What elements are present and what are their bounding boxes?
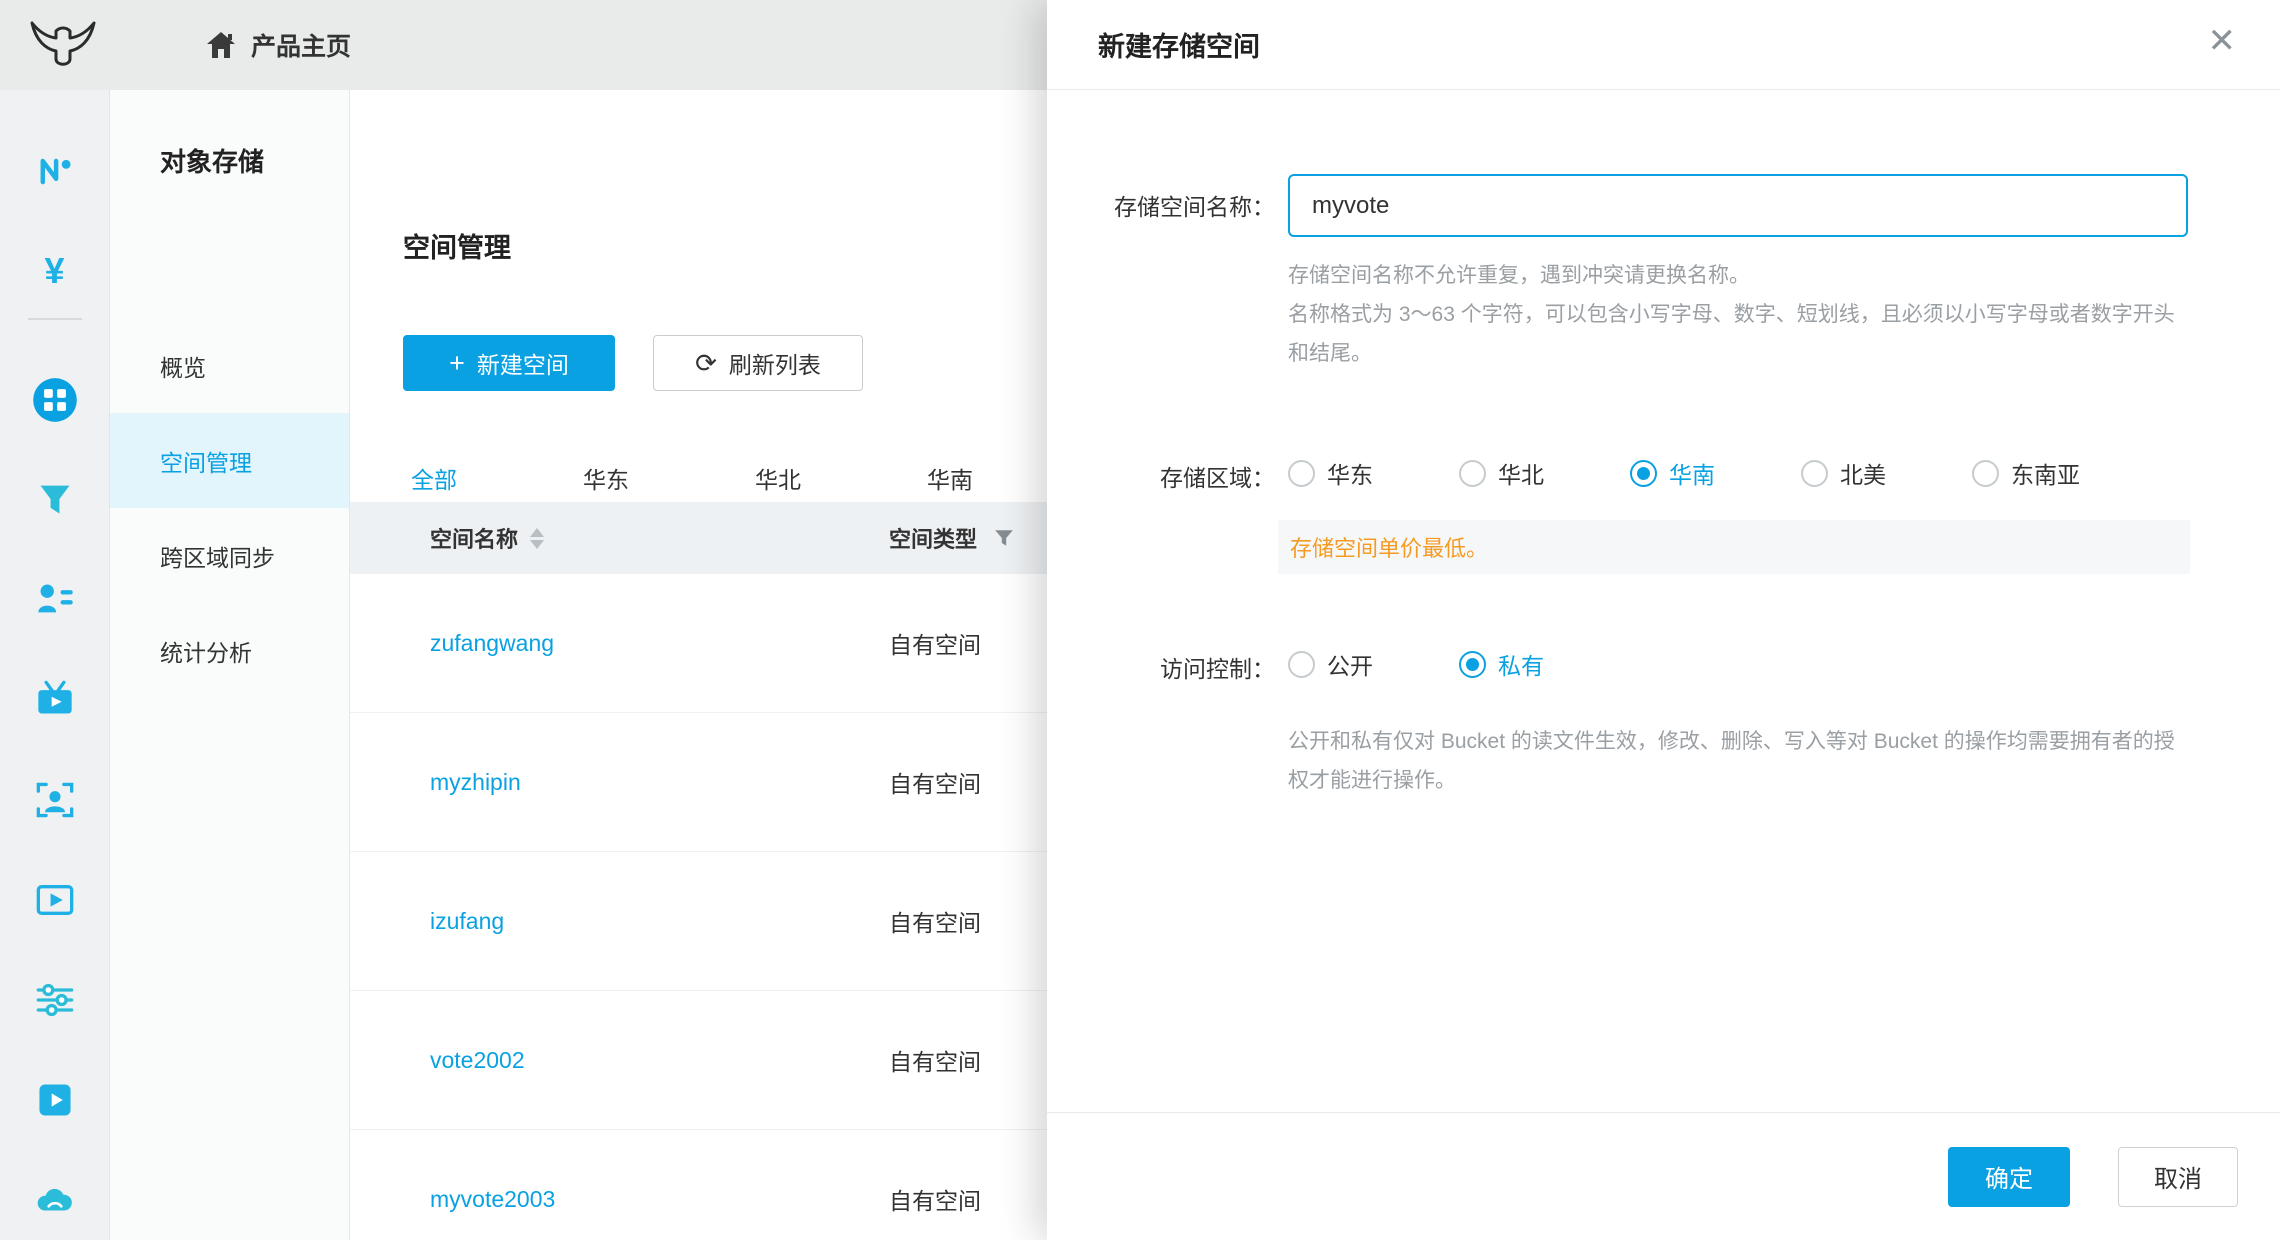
bucket-name-help: 存储空间名称不允许重复，遇到冲突请更换名称。 名称格式为 3～63 个字符，可以…	[1288, 256, 2178, 373]
page-title: 空间管理	[403, 226, 511, 265]
region-option-huadong[interactable]: 华东	[1288, 456, 1373, 490]
access-label: 访问控制：	[1047, 650, 1275, 684]
space-type: 自有空间	[889, 1182, 981, 1216]
product-home-label: 产品主页	[251, 27, 351, 63]
plus-icon: +	[449, 350, 465, 377]
refresh-list-button[interactable]: ⟳ 刷新列表	[653, 335, 863, 391]
space-name-link[interactable]: vote2002	[430, 1047, 525, 1074]
access-option-private[interactable]: 私有	[1459, 647, 1544, 681]
confirm-button[interactable]: 确定	[1948, 1147, 2070, 1207]
billing-icon[interactable]: ¥	[31, 247, 79, 295]
new-bucket-drawer: 新建存储空间 ✕ 存储空间名称： 存储空间名称不允许重复，遇到冲突请更换名称。 …	[1047, 0, 2280, 1240]
team-icon[interactable]	[31, 575, 79, 623]
drawer-header: 新建存储空间 ✕	[1047, 0, 2280, 90]
drawer-title: 新建存储空间	[1098, 25, 1260, 64]
sidebar: 对象存储 概览 空间管理 跨区域同步 统计分析	[110, 90, 350, 1240]
access-option-public[interactable]: 公开	[1288, 647, 1373, 681]
sort-icon[interactable]	[530, 528, 544, 549]
tuning-icon[interactable]	[31, 976, 79, 1024]
refresh-icon: ⟳	[695, 350, 717, 376]
space-name-link[interactable]: zufangwang	[430, 630, 554, 657]
radio-icon	[1630, 460, 1657, 487]
region-option-huanan[interactable]: 华南	[1630, 456, 1715, 490]
sidebar-item-cross-region-sync[interactable]: 跨区域同步	[110, 508, 349, 603]
bucket-name-input[interactable]	[1288, 174, 2188, 237]
bull-logo-icon	[26, 19, 100, 71]
media-tv-icon[interactable]	[31, 675, 79, 723]
close-icon[interactable]: ✕	[2208, 24, 2237, 58]
region-note-band: 存储空间单价最低。	[1278, 520, 2190, 574]
player-icon[interactable]	[31, 876, 79, 924]
space-name-link[interactable]: izufang	[430, 908, 504, 935]
space-type: 自有空间	[889, 904, 981, 938]
access-help: 公开和私有仅对 Bucket 的读文件生效，修改、删除、写入等对 Bucket …	[1288, 722, 2178, 800]
app-root: 产品主页 ¥	[0, 0, 2280, 1240]
sidebar-menu: 概览 空间管理 跨区域同步 统计分析	[110, 318, 349, 698]
radio-icon	[1459, 651, 1486, 678]
vision-icon[interactable]	[31, 776, 79, 824]
radio-icon	[1801, 460, 1828, 487]
radio-icon	[1288, 460, 1315, 487]
radio-icon	[1972, 460, 1999, 487]
sidebar-title: 对象存储	[110, 90, 349, 179]
region-option-dongnanya[interactable]: 东南亚	[1972, 456, 2080, 490]
space-type: 自有空间	[889, 765, 981, 799]
region-option-beimei[interactable]: 北美	[1801, 456, 1886, 490]
qiniu-logo[interactable]	[26, 19, 100, 71]
space-name-link[interactable]: myvote2003	[430, 1186, 555, 1213]
storage-icon[interactable]	[31, 376, 79, 424]
video-icon[interactable]	[31, 1076, 79, 1124]
region-label: 存储区域：	[1047, 459, 1275, 493]
filter-icon[interactable]	[993, 527, 1015, 549]
space-type: 自有空间	[889, 1043, 981, 1077]
cancel-button[interactable]: 取消	[2118, 1147, 2238, 1207]
product-home-link[interactable]: 产品主页	[205, 27, 351, 63]
toolbar: + 新建空间 ⟳ 刷新列表	[403, 335, 863, 391]
space-name-link[interactable]: myzhipin	[430, 769, 521, 796]
sidebar-item-statistics[interactable]: 统计分析	[110, 603, 349, 698]
space-type: 自有空间	[889, 626, 981, 660]
icon-rail: ¥	[0, 90, 110, 1240]
network-icon[interactable]	[31, 147, 79, 195]
radio-icon	[1459, 460, 1486, 487]
drawer-body: 存储空间名称： 存储空间名称不允许重复，遇到冲突请更换名称。 名称格式为 3～6…	[1047, 90, 2280, 1112]
sidebar-item-overview[interactable]: 概览	[110, 318, 349, 413]
column-space-name[interactable]: 空间名称	[430, 522, 544, 554]
radio-icon	[1288, 651, 1315, 678]
sidebar-item-space-management[interactable]: 空间管理	[110, 413, 349, 508]
rail-divider	[28, 318, 82, 320]
drawer-footer: 确定 取消	[1047, 1112, 2280, 1240]
home-icon	[205, 30, 237, 60]
region-radio-group: 华东 华北 华南 北美 东南亚	[1288, 456, 2080, 490]
access-radio-group: 公开 私有	[1288, 647, 1544, 681]
region-note: 存储空间单价最低。	[1290, 531, 1488, 563]
funnel-icon[interactable]	[31, 475, 79, 523]
bucket-name-label: 存储空间名称：	[1047, 188, 1275, 222]
column-space-type[interactable]: 空间类型	[889, 522, 1015, 554]
cloud-icon[interactable]	[31, 1176, 79, 1224]
new-space-button[interactable]: + 新建空间	[403, 335, 615, 391]
region-option-huabei[interactable]: 华北	[1459, 456, 1544, 490]
